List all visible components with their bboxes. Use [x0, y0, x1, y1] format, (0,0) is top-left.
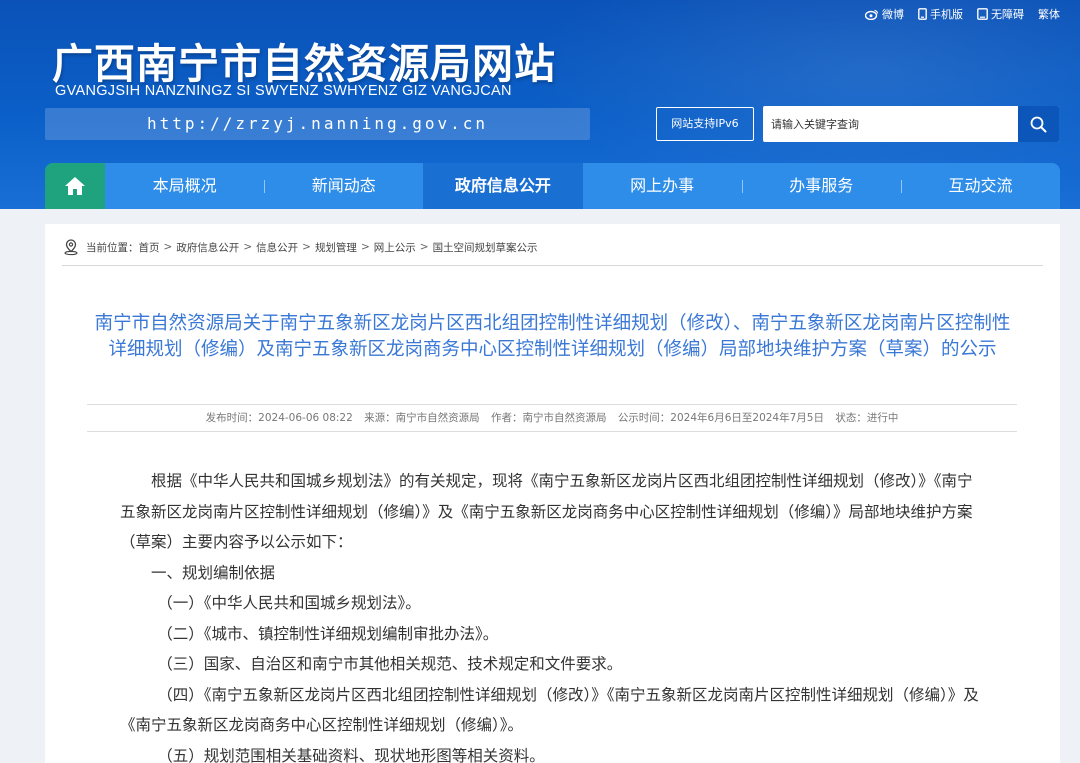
list-item: （三）国家、自治区和南宁市其他相关规范、技术规定和文件要求。: [157, 655, 623, 673]
site-header: 微博 手机版 无障碍 繁体 广西南宁市自然资源局网站 GVANGJSIH NAN…: [0, 0, 1080, 209]
breadcrumb-separator: >: [243, 241, 253, 253]
source: 来源：南宁市自然资源局: [364, 412, 480, 424]
list-item: （一）《中华人民共和国城乡规划法》。: [157, 594, 421, 612]
breadcrumb-separator: >: [419, 241, 429, 253]
list-item: （二）《城市、镇控制性详细规划编制审批办法》。: [157, 624, 499, 643]
weibo-label: 微博: [882, 8, 904, 21]
location-pin-icon: [64, 239, 78, 256]
traditional-chinese-link[interactable]: 繁体: [1038, 6, 1060, 22]
breadcrumb-draft-notice[interactable]: 国土空间规划草案公示: [433, 240, 538, 255]
breadcrumb-planning[interactable]: 规划管理: [315, 240, 357, 255]
nav-item-gov-info[interactable]: 政府信息公开: [423, 163, 583, 209]
list-item: （五）规划范围相关基础资料、现状地形图等相关资料。: [157, 746, 545, 763]
intro-paragraph: 根据《中华人民共和国城乡规划法》的有关规定，现将《南宁五象新区龙岗片区西北组团控…: [120, 472, 973, 551]
traditional-chinese-label: 繁体: [1038, 8, 1060, 21]
nav-item-services[interactable]: 办事服务: [741, 163, 901, 209]
accessibility-icon: [977, 8, 988, 20]
content-card: 当前位置： 首页 > 政府信息公开 > 信息公开 > 规划管理 > 网上公示 >…: [45, 224, 1060, 763]
search-icon: [1030, 116, 1047, 133]
breadcrumb-online-notice[interactable]: 网上公示: [374, 240, 416, 255]
site-url: http://zrzyj.nanning.gov.cn: [45, 108, 590, 140]
accessibility-label: 无障碍: [991, 8, 1024, 21]
top-links: 微博 手机版 无障碍 繁体: [865, 6, 1060, 22]
breadcrumb: 当前位置： 首页 > 政府信息公开 > 信息公开 > 规划管理 > 网上公示 >…: [62, 238, 538, 256]
notice-status: 状态：进行中: [835, 412, 899, 424]
publish-time: 发布时间：2024-06-06 08:22: [205, 412, 353, 424]
mobile-icon: [918, 8, 927, 20]
mobile-link[interactable]: 手机版: [918, 6, 963, 22]
article-title: 南宁市自然资源局关于南宁五象新区龙岗片区西北组团控制性详细规划（修改）、南宁五象…: [94, 313, 1011, 360]
nav-item-news[interactable]: 新闻动态: [264, 163, 423, 209]
accessibility-link[interactable]: 无障碍: [977, 6, 1024, 22]
article-body: 根据《中华人民共和国城乡规划法》的有关规定，现将《南宁五象新区龙岗片区西北组团控…: [120, 466, 980, 763]
list-item: （四）《南宁五象新区龙岗片区西北组团控制性详细规划（修改）》《南宁五象新区龙岗南…: [120, 685, 979, 735]
search-box: [763, 106, 1059, 142]
breadcrumb-separator: >: [360, 241, 370, 253]
main-nav: 本局概况 新闻动态 政府信息公开 网上办事 办事服务 互动交流: [45, 163, 1060, 209]
nav-item-overview[interactable]: 本局概况: [105, 163, 264, 209]
home-icon: [65, 177, 85, 195]
breadcrumb-separator: >: [163, 241, 173, 253]
section-heading: 一、规划编制依据: [151, 563, 276, 582]
author: 作者：南宁市自然资源局: [490, 412, 607, 424]
nav-item-online-services[interactable]: 网上办事: [583, 163, 742, 209]
search-button[interactable]: [1018, 106, 1059, 142]
breadcrumb-separator: >: [302, 241, 311, 253]
notice-period: 公示时间：2024年6月6日至2024年7月5日: [617, 412, 824, 424]
site-subtitle: GVANGJSIH NANZNINGZ SI SWYENZ SWHYENZ GI…: [55, 83, 512, 99]
breadcrumb-home[interactable]: 首页: [139, 240, 160, 255]
weibo-icon: [865, 9, 879, 20]
nav-item-interaction[interactable]: 互动交流: [900, 163, 1060, 209]
nav-home[interactable]: [45, 163, 105, 209]
search-input[interactable]: [763, 106, 1019, 142]
breadcrumb-info-disclosure[interactable]: 信息公开: [256, 240, 298, 255]
mobile-label: 手机版: [930, 8, 963, 21]
site-title: 广西南宁市自然资源局网站: [52, 40, 556, 88]
article-meta: 发布时间：2024-06-06 08:22 来源：南宁市自然资源局 作者：南宁市…: [87, 404, 1017, 432]
weibo-link[interactable]: 微博: [865, 6, 904, 22]
ipv6-badge: 网站支持IPv6: [656, 107, 754, 141]
breadcrumb-divider: [62, 265, 1043, 266]
breadcrumb-gov-info[interactable]: 政府信息公开: [176, 240, 239, 255]
breadcrumb-prefix: 当前位置：: [86, 241, 139, 254]
